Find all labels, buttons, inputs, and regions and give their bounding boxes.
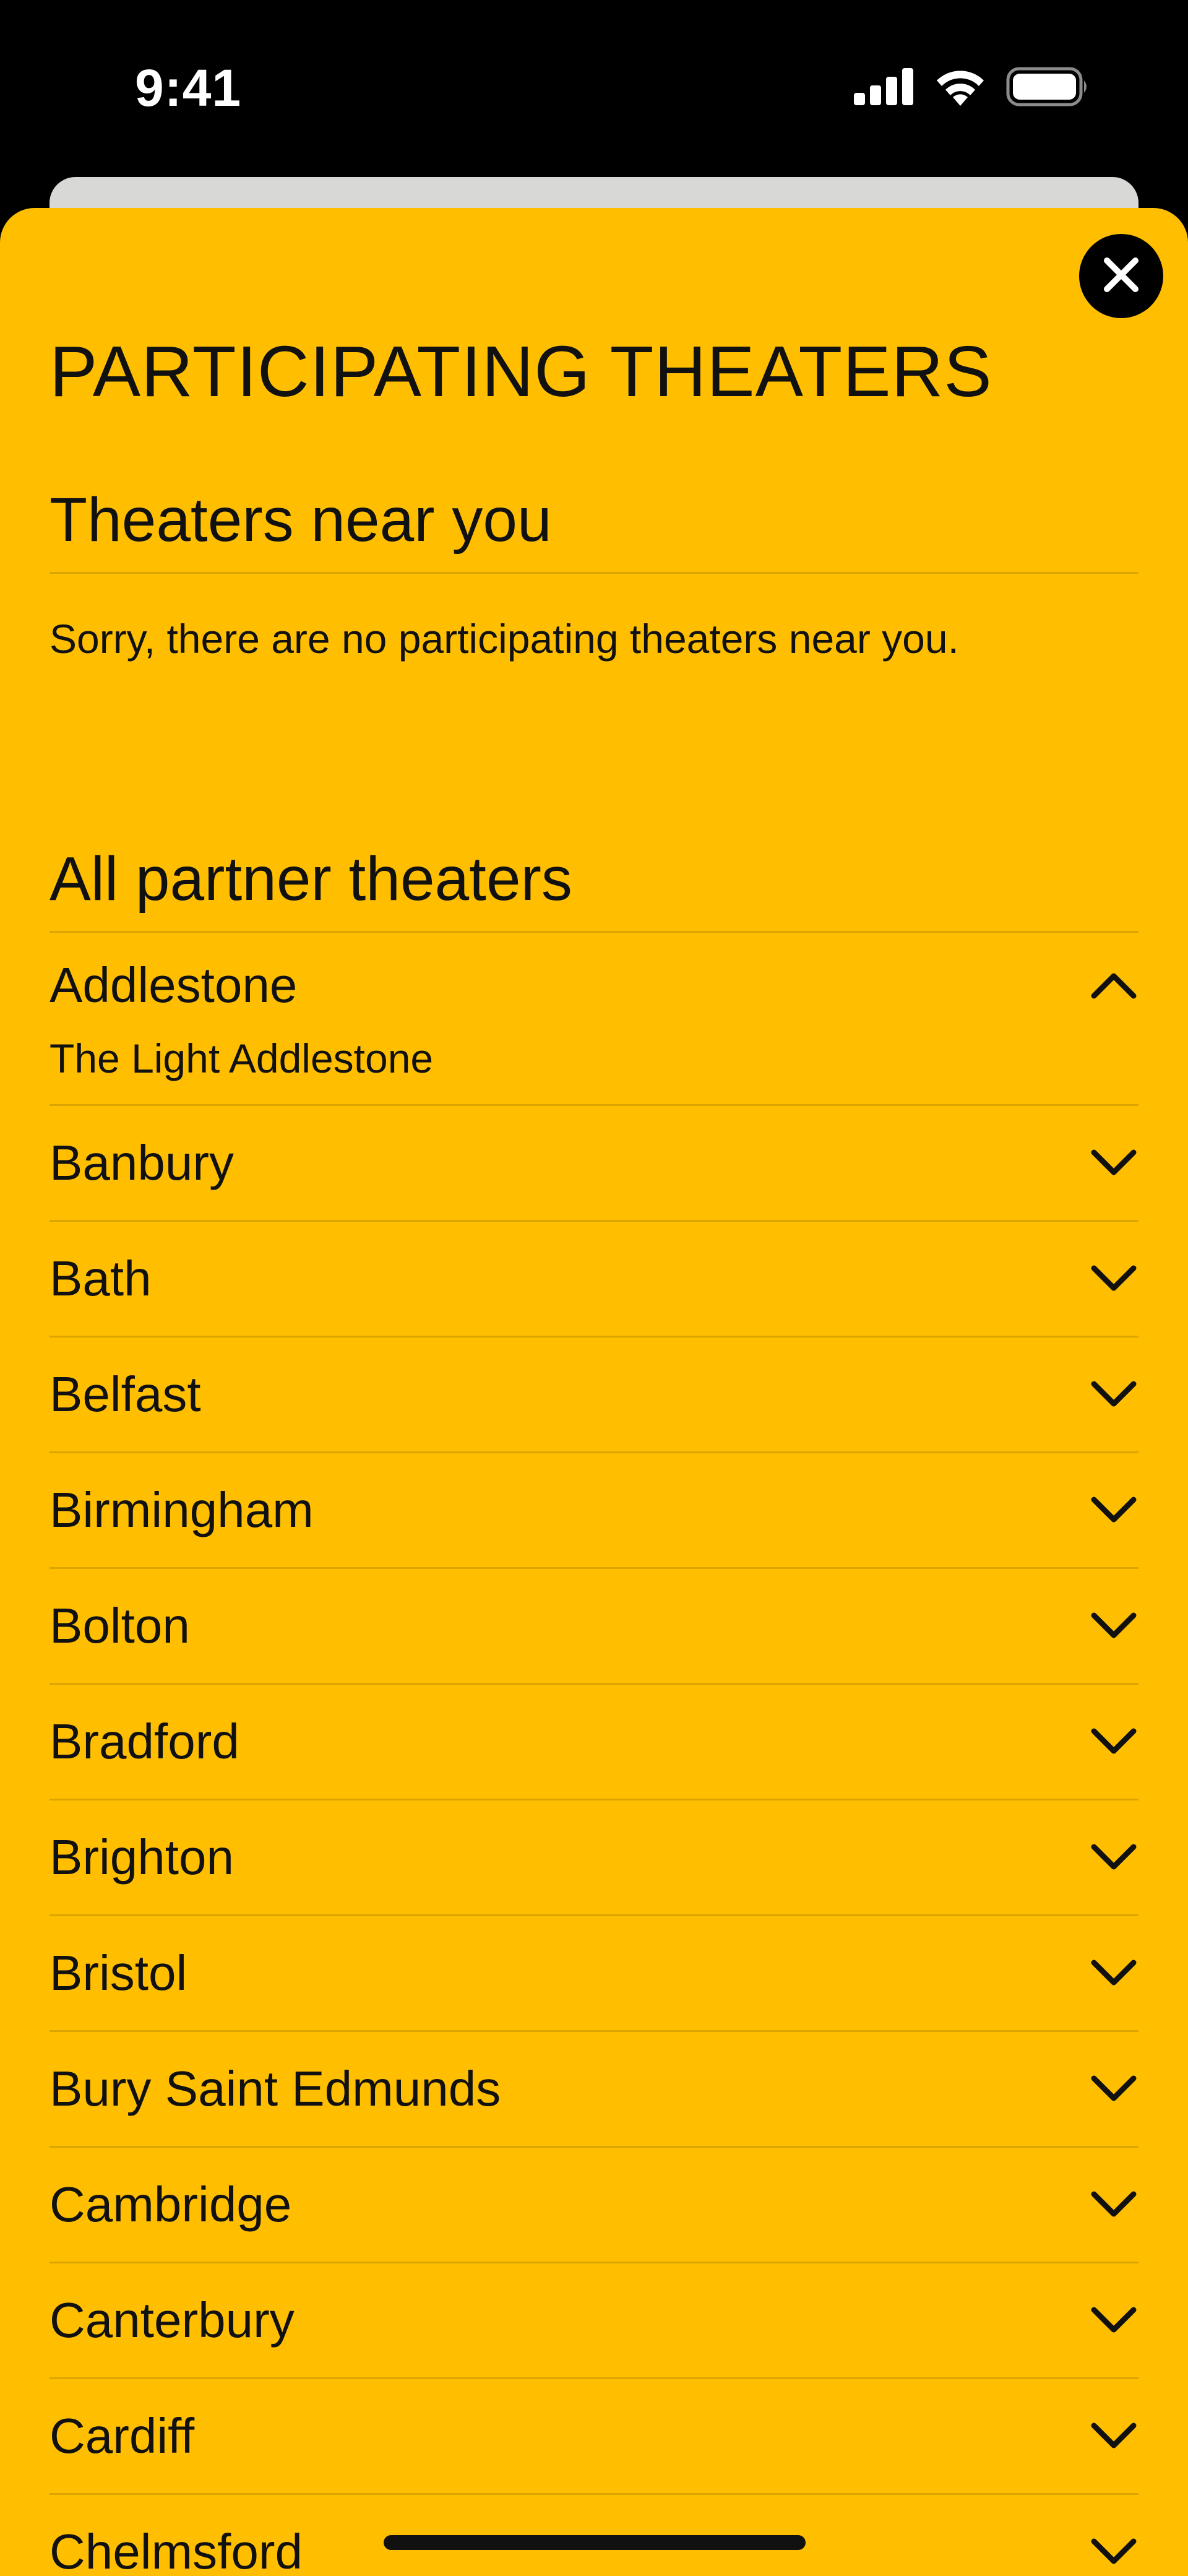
city-item-brighton[interactable]: Brighton [50,1800,1138,1916]
city-item-belfast[interactable]: Belfast [50,1338,1138,1453]
city-name: Bath [50,1251,152,1306]
city-row[interactable]: Bury Saint Edmunds [50,2032,1138,2146]
city-item-bristol[interactable]: Bristol [50,1916,1138,2032]
city-item-bolton[interactable]: Bolton [50,1569,1138,1685]
city-name: Cambridge [50,2177,292,2232]
city-item-bath[interactable]: Bath [50,1222,1138,1338]
city-name: Brighton [50,1830,234,1885]
city-name: Bristol [50,1945,187,2000]
chevron-down-icon[interactable] [1089,2180,1138,2229]
divider [50,572,1138,574]
close-icon [1101,254,1142,298]
city-name: Banbury [50,1135,234,1190]
city-row[interactable]: Belfast [50,1338,1138,1451]
city-name: Chelmsford [50,2524,303,2576]
city-item-bury-saint-edmunds[interactable]: Bury Saint Edmunds [50,2032,1138,2148]
chevron-down-icon[interactable] [1089,1833,1138,1882]
chevron-down-icon[interactable] [1089,1370,1138,1419]
city-row[interactable]: Bath [50,1222,1138,1336]
chevron-down-icon[interactable] [1089,1485,1138,1535]
home-indicator [384,2535,806,2550]
city-name: Bolton [50,1598,190,1653]
status-time: 9:41 [135,59,242,117]
city-item-cardiff[interactable]: Cardiff [50,2379,1138,2495]
city-list: Addlestone The Light Addlestone Banbury Bat… [50,933,1138,2576]
participating-theaters-sheet: PARTICIPATING THEATERS Theaters near you… [0,208,1188,2576]
chevron-down-icon[interactable] [1089,1138,1138,1188]
city-row[interactable]: Brighton [50,1800,1138,1914]
city-row[interactable]: Cardiff [50,2379,1138,2493]
status-bar: 9:41 [0,0,1188,173]
city-row[interactable]: Banbury [50,1106,1138,1220]
chevron-down-icon[interactable] [1089,1601,1138,1651]
chevron-up-icon[interactable] [1089,961,1138,1010]
all-partners-heading: All partner theaters [50,844,572,914]
city-name: Birmingham [50,1482,314,1537]
theater-link[interactable]: The Light Addlestone [50,1034,1138,1104]
city-item-addlestone[interactable]: Addlestone The Light Addlestone [50,933,1138,1106]
city-row[interactable]: Bradford [50,1685,1138,1799]
city-row[interactable]: Canterbury [50,2263,1138,2377]
chevron-down-icon[interactable] [1089,2296,1138,2345]
divider [50,931,1138,933]
city-row[interactable]: Birmingham [50,1453,1138,1567]
city-name: Belfast [50,1367,201,1422]
chevron-down-icon[interactable] [1089,1717,1138,1766]
city-row[interactable]: Bristol [50,1916,1138,2030]
cellular-signal-icon [854,68,915,108]
city-name: Canterbury [50,2293,295,2348]
chevron-down-icon[interactable] [1089,1254,1138,1303]
city-row[interactable]: Cambridge [50,2148,1138,2262]
city-name: Addlestone [50,957,298,1013]
city-name: Cardiff [50,2408,195,2463]
battery-icon [1006,67,1089,110]
near-you-heading: Theaters near you [50,485,552,555]
city-item-bradford[interactable]: Bradford [50,1685,1138,1800]
no-theaters-message: Sorry, there are no participating theate… [50,616,959,662]
chevron-down-icon[interactable] [1089,1948,1138,1998]
chevron-down-icon[interactable] [1089,2064,1138,2114]
chevron-down-icon[interactable] [1089,2527,1138,2576]
city-item-cambridge[interactable]: Cambridge [50,2148,1138,2263]
city-row[interactable]: Bolton [50,1569,1138,1683]
city-name: Bradford [50,1714,239,1769]
close-button[interactable] [1079,234,1163,318]
city-item-canterbury[interactable]: Canterbury [50,2263,1138,2379]
city-name: Bury Saint Edmunds [50,2061,501,2116]
city-row[interactable]: Addlestone [50,933,1138,1037]
wifi-icon [934,67,986,109]
chevron-down-icon[interactable] [1089,2411,1138,2461]
status-icons [854,67,1089,110]
city-item-birmingham[interactable]: Birmingham [50,1453,1138,1569]
city-item-banbury[interactable]: Banbury [50,1106,1138,1222]
page-title: PARTICIPATING THEATERS [50,331,992,412]
